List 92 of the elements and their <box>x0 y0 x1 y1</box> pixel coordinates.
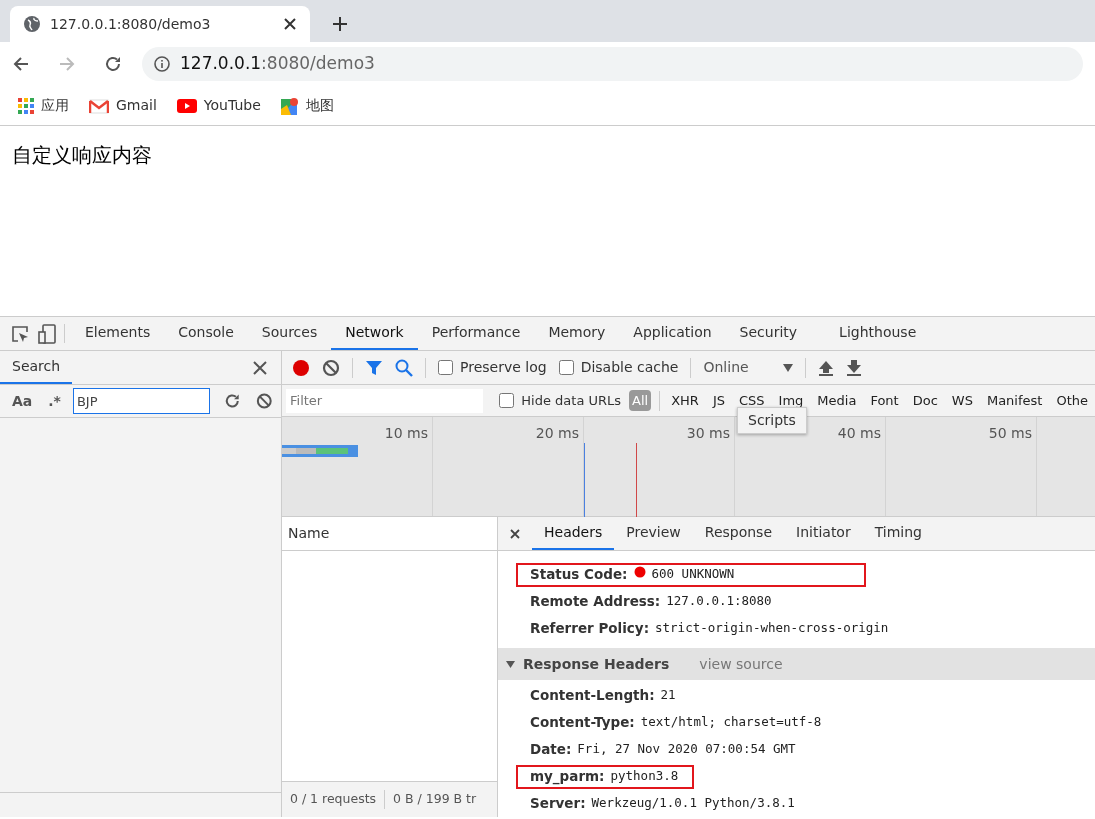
panel-tab[interactable]: Lighthouse <box>825 317 931 350</box>
search-field[interactable]: BJP <box>72 388 210 414</box>
detail-tab[interactable]: Preview <box>614 517 693 550</box>
clear-icon[interactable] <box>256 392 273 410</box>
tick-label: 50 ms <box>988 425 1032 441</box>
map-icon <box>280 96 299 115</box>
header-value: 127.0.0.1:8080 <box>666 592 772 611</box>
url-text: 127.0.0.1:8080/demo3 <box>180 52 375 76</box>
type-filter[interactable]: Manifest <box>983 389 1046 412</box>
info-icon[interactable] <box>154 56 170 72</box>
checkbox-label[interactable]: Disable cache <box>580 357 679 378</box>
tab-title: 127.0.0.1:8080/demo3 <box>50 14 212 34</box>
type-filter[interactable]: XHR <box>668 389 702 412</box>
status-text: 0 B / 199 B tr <box>384 790 485 809</box>
throttle-dropdown[interactable]: Online <box>703 357 794 378</box>
panel-tab[interactable]: Performance <box>417 317 535 350</box>
filter-icon[interactable] <box>365 358 383 377</box>
detail-tab[interactable]: Timing <box>862 517 934 550</box>
header-name: my_parm: <box>530 767 605 787</box>
panel-tab[interactable]: Sources <box>247 317 332 350</box>
header-value: strict-origin-when-cross-origin <box>655 619 889 638</box>
regex-toggle[interactable]: .* <box>44 390 65 412</box>
filter-field[interactable]: Filter <box>286 388 484 413</box>
header-value: Fri, 27 Nov 2020 07:00:54 GMT <box>577 740 796 759</box>
header-name: Content-Length: <box>530 686 655 706</box>
globe-icon <box>24 16 40 32</box>
type-filter[interactable]: WS <box>948 389 976 412</box>
view-source-link[interactable]: view source <box>699 653 783 675</box>
record-icon[interactable] <box>292 358 310 377</box>
panel-tab[interactable]: Security <box>725 317 812 350</box>
tick-label: 10 ms <box>384 425 428 441</box>
page-text: 自定义响应内容 <box>12 143 152 167</box>
header-value: Werkzeug/1.0.1 Python/3.8.1 <box>591 794 795 813</box>
detail-tab[interactable]: Response <box>692 517 785 550</box>
column-header[interactable]: Name <box>282 517 497 551</box>
upload-icon[interactable] <box>818 359 835 376</box>
inspect-icon[interactable] <box>10 323 30 344</box>
bookmark-link[interactable]: Gmail <box>89 95 157 116</box>
close-icon[interactable] <box>284 18 296 30</box>
tick-label: 30 ms <box>686 425 730 441</box>
reload-icon[interactable] <box>104 55 122 73</box>
search-icon[interactable] <box>395 358 413 377</box>
type-filter[interactable]: Doc <box>909 389 941 412</box>
header-name: Status Code: <box>530 565 628 585</box>
tick-label: 20 ms <box>535 425 579 441</box>
type-filter[interactable]: Font <box>867 389 902 412</box>
section-header[interactable]: Response Headers view source <box>498 648 1095 680</box>
address-bar[interactable]: 127.0.0.1:8080/demo3 <box>142 47 1083 81</box>
bookmark-link[interactable]: 地图 <box>280 95 334 116</box>
match-case-toggle[interactable]: Aa <box>8 390 37 412</box>
panel-tab[interactable]: Elements <box>71 317 165 350</box>
preserve-log-checkbox[interactable] <box>438 360 453 375</box>
type-filter[interactable]: JS <box>709 389 728 412</box>
checkbox-label[interactable]: Hide data URLs <box>521 390 622 411</box>
clear-icon[interactable] <box>322 358 340 377</box>
header-value: text/html; charset=utf-8 <box>640 713 822 732</box>
refresh-icon[interactable] <box>223 392 241 410</box>
type-filter[interactable]: Media <box>814 389 860 412</box>
detail-tab[interactable]: Headers <box>532 517 615 550</box>
browser-tab[interactable]: 127.0.0.1:8080/demo3 <box>10 6 310 42</box>
status-text: 0 / 1 requests <box>289 790 378 809</box>
type-filter[interactable]: Othe <box>1053 389 1091 412</box>
header-name: Content-Type: <box>530 713 635 733</box>
header-value: python3.8 <box>610 767 679 786</box>
back-icon[interactable] <box>12 55 30 73</box>
download-icon[interactable] <box>846 359 863 376</box>
panel-tab[interactable]: Network <box>331 317 418 350</box>
caret-icon <box>783 363 794 372</box>
header-name: Date: <box>530 740 572 760</box>
header-value: 600 UNKNOWN <box>651 565 735 584</box>
play-icon <box>176 98 197 113</box>
bookmark-link[interactable]: 应用 <box>18 95 69 116</box>
search-tab[interactable]: Search <box>0 351 73 384</box>
detail-tab[interactable]: Initiator <box>784 517 863 550</box>
disable-cache-checkbox[interactable] <box>558 360 574 375</box>
checkbox-label[interactable]: Preserve log <box>460 357 547 378</box>
bookmark-link[interactable]: YouTube <box>176 95 261 116</box>
close-icon[interactable] <box>510 529 520 539</box>
header-name: Remote Address: <box>530 592 661 612</box>
header-value: 21 <box>660 686 676 705</box>
tick-label: 40 ms <box>837 425 881 441</box>
hide-data-urls-checkbox[interactable] <box>499 393 515 408</box>
device-icon[interactable] <box>37 323 57 344</box>
new-tab-icon[interactable] <box>332 16 348 32</box>
header-name: Server: <box>530 794 586 814</box>
panel-tab[interactable]: Application <box>619 317 726 350</box>
header-name: Referrer Policy: <box>530 619 650 639</box>
panel-tab[interactable]: Memory <box>534 317 620 350</box>
mail-icon <box>89 97 109 114</box>
apps-icon <box>18 97 34 114</box>
panel-tab[interactable]: Console <box>164 317 248 350</box>
tooltip: Scripts <box>737 407 807 434</box>
